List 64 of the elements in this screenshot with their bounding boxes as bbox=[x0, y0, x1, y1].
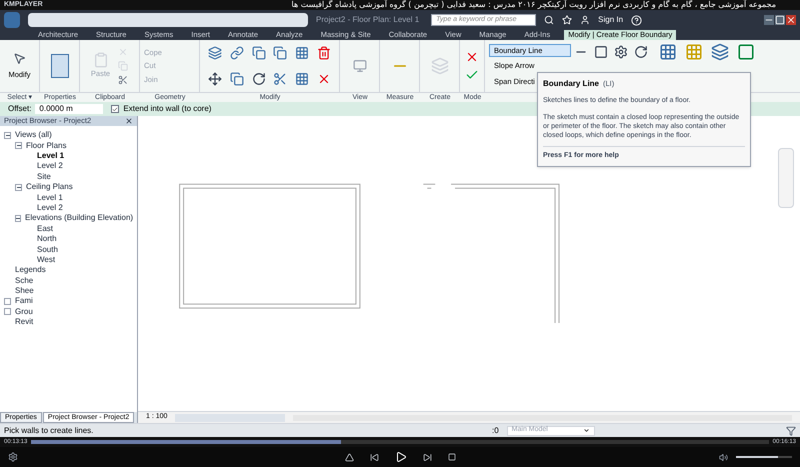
play-icon[interactable] bbox=[394, 451, 406, 463]
stop-icon[interactable] bbox=[448, 453, 456, 461]
trim-icon[interactable] bbox=[273, 72, 288, 86]
tree-item[interactable]: Sche bbox=[15, 274, 34, 287]
maximize-icon[interactable] bbox=[775, 15, 785, 25]
tree-item[interactable]: Grou bbox=[15, 306, 33, 318]
user-icon[interactable] bbox=[580, 15, 590, 25]
close-icon[interactable] bbox=[786, 15, 796, 25]
tree-item[interactable]: Floor Plans bbox=[26, 140, 66, 152]
tree-item[interactable]: Level 2 bbox=[37, 202, 63, 214]
tree-item[interactable]: Elevations (Building Elevation) bbox=[25, 212, 134, 224]
filter-icon[interactable] bbox=[786, 426, 796, 436]
expander-toggle[interactable] bbox=[15, 214, 21, 222]
minimize-icon[interactable] bbox=[764, 15, 774, 25]
help-icon[interactable] bbox=[631, 14, 642, 26]
scissors-icon[interactable] bbox=[118, 75, 128, 85]
next-icon[interactable] bbox=[422, 452, 432, 462]
tree-item[interactable]: West bbox=[37, 254, 56, 266]
cursor-icon[interactable] bbox=[13, 52, 26, 65]
tree-item[interactable]: Views (all) bbox=[15, 129, 52, 142]
properties-icon[interactable] bbox=[50, 54, 68, 78]
extend-label: Extend into wall (to core) bbox=[123, 103, 212, 115]
tree-item[interactable]: Ceiling Plans bbox=[26, 181, 73, 194]
expander-toggle[interactable] bbox=[15, 184, 22, 191]
revit-logo-icon[interactable] bbox=[4, 12, 20, 28]
editable-count: :0 bbox=[492, 424, 499, 436]
expander-toggle[interactable] bbox=[15, 142, 22, 150]
close-icon[interactable] bbox=[125, 117, 133, 125]
tree-item[interactable]: Shee bbox=[15, 285, 34, 298]
extend-checkbox[interactable] bbox=[111, 105, 120, 113]
status-text: Pick walls to create lines. bbox=[4, 424, 94, 436]
sign-in-link[interactable]: Sign In bbox=[598, 14, 624, 26]
offset-label: Offset: bbox=[8, 103, 32, 115]
settings-icon[interactable] bbox=[8, 452, 18, 462]
tree-item[interactable]: Level 1 bbox=[37, 150, 64, 162]
move-icon[interactable] bbox=[208, 72, 222, 86]
expander-toggle[interactable] bbox=[4, 308, 11, 316]
binoculars-icon[interactable] bbox=[544, 15, 554, 25]
caret-icon[interactable] bbox=[582, 427, 590, 434]
tree-item[interactable]: South bbox=[37, 244, 58, 256]
clipboard-icon[interactable] bbox=[92, 52, 108, 68]
tree-item[interactable]: Fami bbox=[15, 295, 33, 308]
tree-item[interactable]: Level 1 bbox=[37, 192, 63, 204]
tree-item[interactable]: East bbox=[37, 222, 54, 235]
expander-toggle[interactable] bbox=[4, 132, 11, 139]
volume-icon[interactable] bbox=[719, 452, 728, 462]
tree-item[interactable]: North bbox=[37, 233, 57, 246]
tree-item[interactable]: Level 2 bbox=[37, 160, 63, 172]
star-icon[interactable] bbox=[562, 15, 572, 25]
eject-icon[interactable] bbox=[344, 452, 354, 462]
rectangle-icon[interactable] bbox=[594, 45, 608, 59]
grid-icon[interactable] bbox=[659, 43, 677, 61]
offset-field[interactable]: 0.0000 m bbox=[35, 104, 104, 114]
tree-item[interactable]: Revit bbox=[15, 316, 34, 328]
window-title: Project2 - Floor Plan: Level 1 bbox=[316, 14, 420, 26]
previous-icon[interactable] bbox=[370, 452, 378, 462]
tooltip-title: Boundary Line bbox=[543, 78, 600, 90]
tree-item[interactable]: Site bbox=[37, 170, 51, 183]
delete-icon[interactable] bbox=[317, 46, 332, 60]
rotate-icon[interactable] bbox=[252, 72, 266, 86]
tree-item[interactable]: Legends bbox=[15, 264, 46, 276]
copy-icon[interactable] bbox=[230, 72, 244, 86]
expander-toggle[interactable] bbox=[4, 298, 11, 305]
cancel-icon[interactable] bbox=[465, 50, 479, 64]
